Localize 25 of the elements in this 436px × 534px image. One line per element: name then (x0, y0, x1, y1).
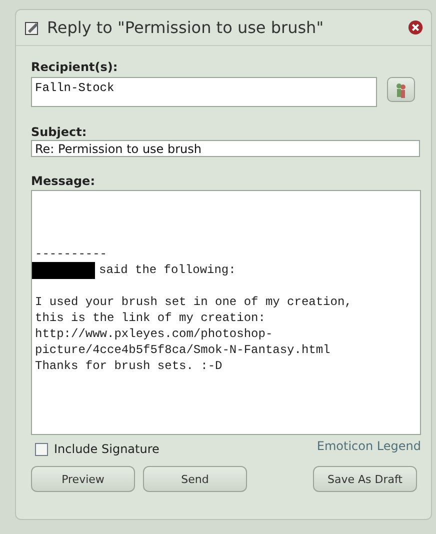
recipient-field[interactable]: Falln-Stock (31, 77, 377, 107)
message-field[interactable] (31, 190, 421, 435)
message-line: this is the link of my creation: (35, 310, 266, 326)
message-line: Thanks for brush sets. :-D (35, 358, 222, 374)
message-line: said the following: (99, 262, 236, 278)
message-line: I used your brush set in one of my creation, (35, 294, 352, 310)
signature-checkbox[interactable] (35, 442, 48, 456)
message-line: http://www.pxleyes.com/photoshop- (35, 326, 273, 342)
emoticon-legend-link[interactable]: Emoticon Legend (316, 439, 421, 453)
close-icon[interactable] (408, 20, 423, 35)
subject-label: Subject: (31, 125, 88, 139)
dialog-title: Reply to "Permission to use brush" (47, 18, 325, 37)
notepad-icon (24, 20, 40, 36)
message-line: picture/4cce4b5f5f8ca/Smok-N-Fantasy.html (35, 342, 330, 358)
subject-field[interactable]: Re: Permission to use brush (31, 140, 420, 157)
message-line: ---------- (35, 246, 108, 262)
people-icon (395, 82, 407, 98)
recipient-label: Recipient(s): (31, 60, 119, 74)
action-button[interactable]: Send (143, 466, 247, 492)
redaction-bar (32, 262, 95, 278)
action-button[interactable]: Preview (31, 466, 135, 492)
save-draft-button[interactable]: Save As Draft (313, 466, 417, 492)
signature-label: Include Signature (54, 442, 160, 456)
contacts-button[interactable] (387, 77, 415, 102)
message-label: Message: (31, 174, 96, 188)
